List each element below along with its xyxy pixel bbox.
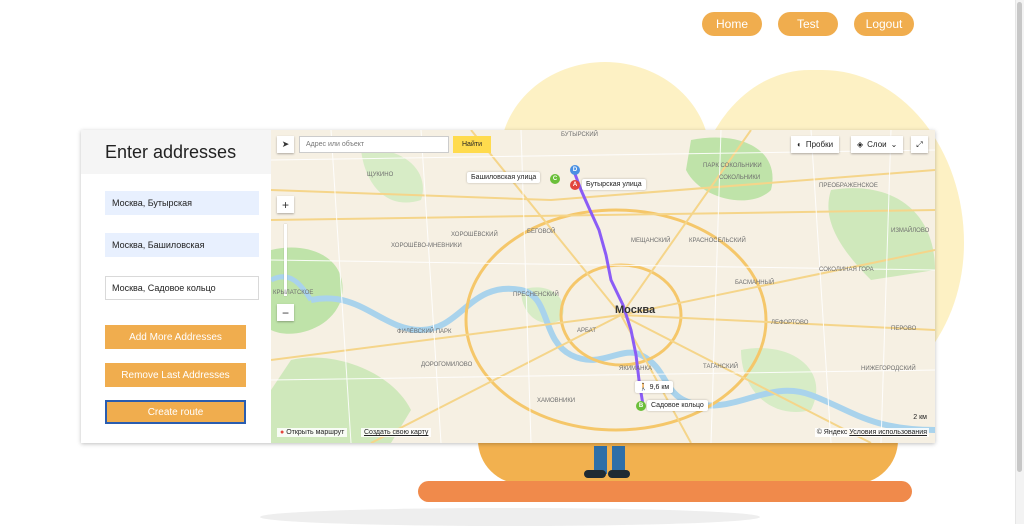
route-card: Enter addresses Москва, Бутырская Москва… [81, 130, 935, 443]
address-panel: Enter addresses Москва, Бутырская Москва… [81, 130, 271, 443]
route-point-a[interactable]: A [570, 180, 580, 190]
district-label: ЯКИМАНКА [619, 366, 652, 372]
layers-button[interactable]: ◈ Слои ⌄ [851, 136, 904, 153]
district-label: ДОРОГОМИЛОВО [421, 362, 473, 368]
logout-button[interactable]: Logout [854, 12, 914, 36]
label-bashilovskaya: Башиловская улица [467, 172, 541, 183]
district-label: ПАРК СОКОЛЬНИКИ [703, 163, 762, 169]
create-map-link[interactable]: Создать свою карту [361, 428, 432, 437]
decor-table [478, 440, 898, 484]
layers-icon: ◈ [857, 140, 864, 149]
district-label: СОКОЛЬНИКИ [719, 175, 761, 181]
district-label: ИЗМАЙЛОВО [891, 228, 930, 234]
page-scrollbar[interactable] [1015, 0, 1024, 524]
top-nav: Home Test Logout [702, 12, 914, 36]
district-label: БУТЫРСКИЙ [561, 132, 598, 138]
district-label: НИЖЕГОРОДСКИЙ [861, 366, 916, 372]
create-route-button[interactable]: Create route [105, 400, 246, 424]
chevron-down-icon: ⌄ [890, 140, 898, 149]
decor-shadow [260, 508, 760, 526]
district-label: ФИЛЁВСКИЙ ПАРК [397, 329, 452, 335]
district-label: ПЕРОВО [891, 326, 917, 332]
district-label: ПРЕОБРАЖЕНСКОЕ [819, 183, 878, 189]
scrollbar-thumb[interactable] [1017, 2, 1022, 472]
district-label: ХАМОВНИКИ [537, 398, 576, 404]
decor-person-legs [584, 446, 630, 478]
traffic-icon: ◐ [797, 140, 802, 149]
map-pin-icon: ● [280, 429, 285, 436]
test-button[interactable]: Test [778, 12, 838, 36]
map-search-input[interactable]: Адрес или объект [299, 136, 449, 153]
walk-icon: 🚶 [639, 384, 648, 391]
district-label: ХОРОШЁВСКИЙ [451, 232, 498, 238]
label-sadovoe: Садовое кольцо [647, 400, 708, 411]
district-label: СОКОЛИНАЯ ГОРА [819, 267, 874, 273]
district-label: БЕГОВОЙ [527, 229, 556, 235]
zoom-out-button[interactable]: − [277, 304, 294, 321]
address-field-2[interactable]: Москва, Башиловская [105, 233, 259, 257]
district-label: КРАСНОСЕЛЬСКИЙ [689, 238, 746, 244]
decor-bench [418, 481, 912, 502]
yandex-map[interactable]: ➤ Адрес или объект Найти ◐ Пробки ◈ Слои… [271, 130, 935, 443]
terms-link[interactable]: Условия использования [849, 429, 927, 436]
district-label: ТАГАНСКИЙ [703, 364, 739, 370]
district-label: БАСМАННЫЙ [735, 280, 775, 286]
fullscreen-icon[interactable]: ⤢ [911, 136, 928, 153]
district-label: АРБАТ [577, 328, 597, 334]
district-label: ЛЕФОРТОВО [771, 320, 809, 326]
zoom-slider[interactable] [284, 224, 287, 296]
home-button[interactable]: Home [702, 12, 762, 36]
district-label: КРЫЛАТСКОЕ [273, 290, 314, 296]
locate-icon[interactable]: ➤ [277, 136, 294, 153]
route-point-c[interactable]: C [550, 174, 560, 184]
district-label: ПРЕСНЕНСКИЙ [513, 292, 559, 298]
map-find-button[interactable]: Найти [453, 136, 491, 153]
district-label: МЕЩАНСКИЙ [631, 238, 671, 244]
add-addresses-button[interactable]: Add More Addresses [105, 325, 246, 349]
traffic-button[interactable]: ◐ Пробки [791, 136, 840, 153]
open-route-link[interactable]: ● Открыть маршрут [277, 428, 348, 437]
route-distance: 🚶 9,6 км [635, 381, 674, 393]
panel-title: Enter addresses [105, 142, 237, 162]
map-scale: 2 км [913, 414, 927, 421]
address-field-1[interactable]: Москва, Бутырская [105, 191, 259, 215]
city-label: Москва [615, 304, 656, 316]
address-field-3[interactable]: Москва, Садовое кольцо [105, 276, 259, 300]
label-butyrskaya: Бутырская улица [582, 179, 646, 190]
route-point-d[interactable]: D [570, 165, 580, 175]
zoom-in-button[interactable]: + [277, 196, 294, 213]
remove-addresses-button[interactable]: Remove Last Addresses [105, 363, 246, 387]
map-copyright: © Яндекс Условия использования [814, 428, 929, 437]
route-point-b[interactable]: B [636, 401, 646, 411]
district-label: ЩУКИНО [367, 172, 394, 178]
district-label: ХОРОШЁВО-МНЕВНИКИ [391, 243, 462, 249]
